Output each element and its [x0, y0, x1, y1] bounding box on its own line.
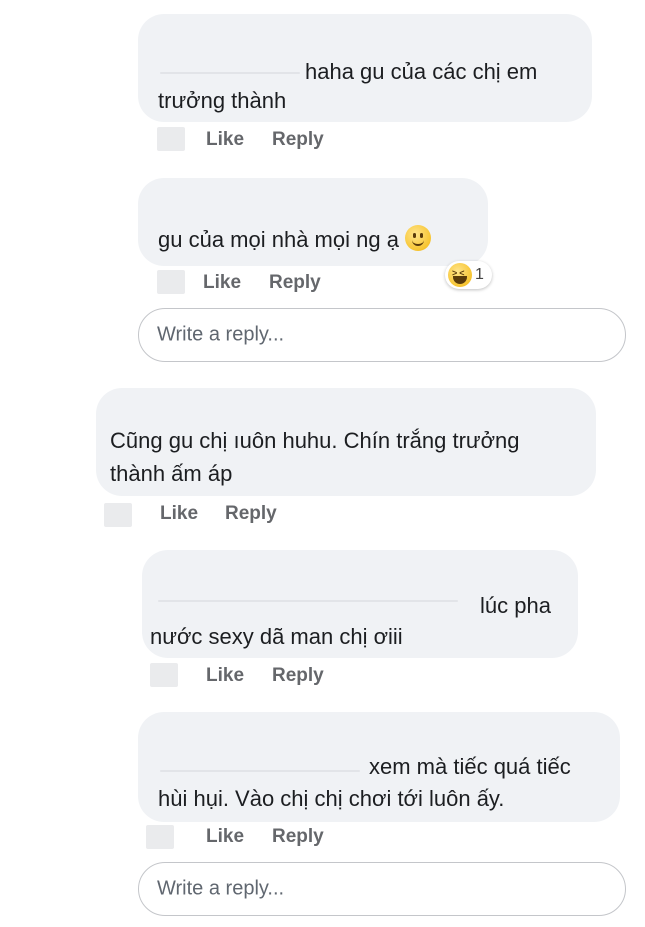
comment-text: trưởng thành [158, 88, 287, 113]
reply-button[interactable]: Reply [272, 129, 324, 151]
comment-text: nước sexy dã man chị ơiii [150, 624, 403, 649]
comment-text: lúc pha [480, 593, 551, 618]
comment-text: Cũng gu chị ıuôn huhu. Chín trắng trưởng [110, 428, 520, 453]
comment-text: thành ấm áp [110, 461, 233, 486]
comment-text: hùi hụi. Vào chị chị chơi tới luôn ấy. [158, 786, 505, 811]
like-button[interactable]: Like [203, 272, 241, 294]
reply-input[interactable]: Write a reply... [138, 308, 626, 362]
slightly-smiling-face-icon [404, 225, 431, 251]
avatar [157, 270, 185, 294]
reply-button[interactable]: Reply [272, 826, 324, 848]
like-button[interactable]: Like [206, 129, 244, 151]
like-button[interactable]: Like [206, 665, 244, 687]
reaction-badge[interactable]: >< 1 [445, 261, 492, 289]
comment-text: xem mà tiếc quá tiếc [369, 754, 571, 779]
redacted-name [160, 770, 360, 772]
reply-placeholder: Write a reply... [157, 323, 285, 346]
reply-button[interactable]: Reply [225, 503, 277, 525]
comment-text: gu của mọi nhà mọi ng ạ [158, 227, 399, 252]
avatar [157, 127, 185, 151]
reaction-count: 1 [475, 266, 484, 283]
reply-button[interactable]: Reply [272, 665, 324, 687]
reply-button[interactable]: Reply [269, 272, 321, 294]
reply-placeholder: Write a reply... [157, 877, 285, 900]
avatar [150, 663, 178, 687]
like-button[interactable]: Like [160, 503, 198, 525]
comment-text: gu của mọi nhà mọi ng ạ [158, 223, 431, 257]
haha-reaction-icon: >< [448, 263, 472, 287]
like-button[interactable]: Like [206, 826, 244, 848]
redacted-name [160, 72, 300, 74]
redacted-name [158, 600, 458, 602]
comment-text: haha gu của các chị em [305, 59, 538, 84]
reply-input[interactable]: Write a reply... [138, 862, 626, 916]
avatar [104, 503, 132, 527]
avatar [146, 825, 174, 849]
